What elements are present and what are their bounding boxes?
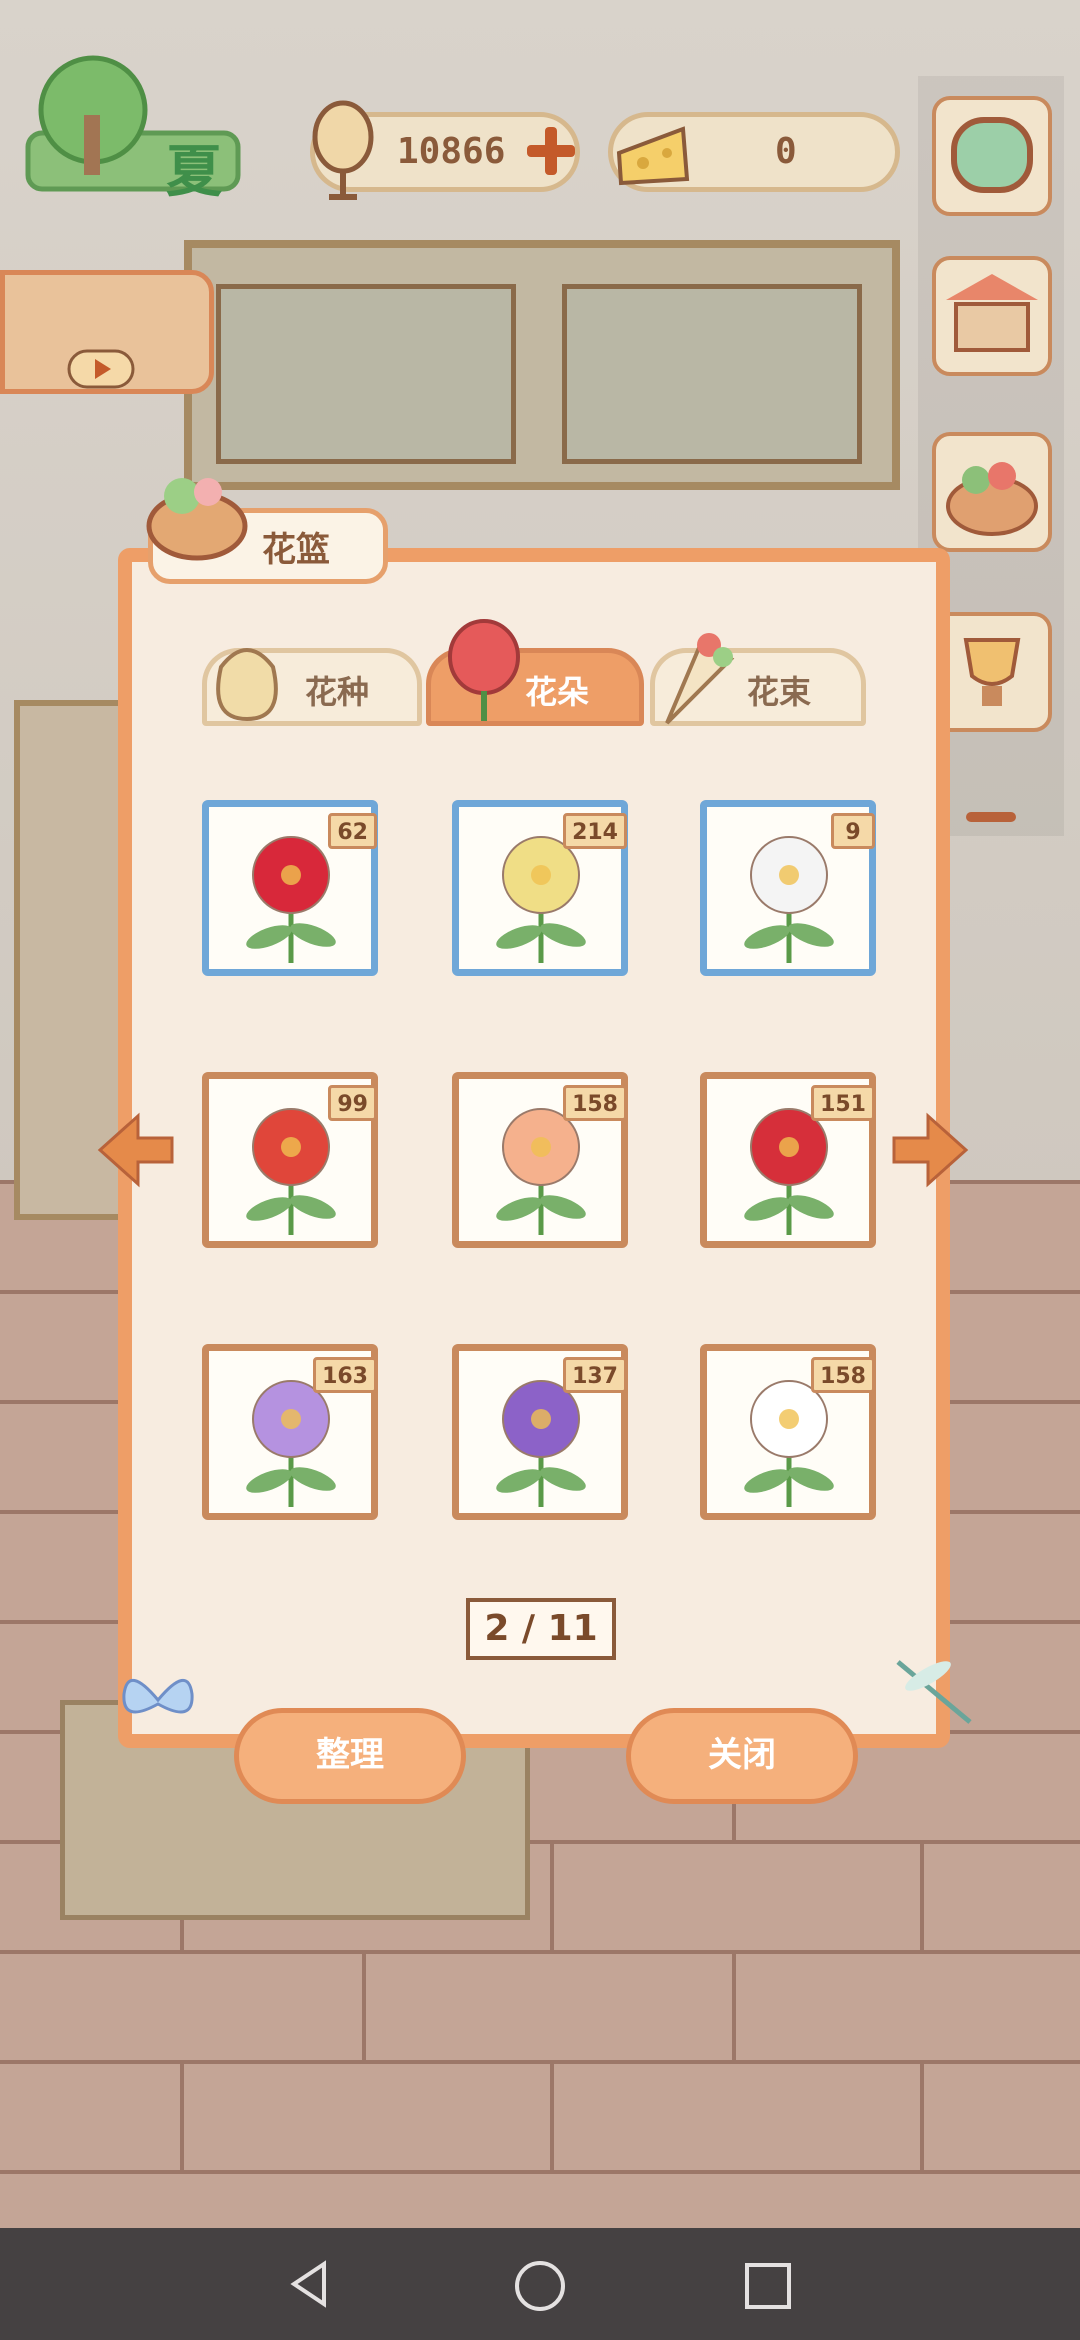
coin-counter: 10866 [310,100,580,200]
item-count-badge: 158 [563,1085,627,1121]
recents-icon[interactable] [742,2260,794,2312]
sort-button[interactable]: 整理 [234,1708,466,1804]
coin-amount: 10866 [397,131,506,172]
dragonfly-icon [896,1660,972,1724]
item-count-badge: 99 [328,1085,377,1121]
item-count-badge: 163 [313,1357,377,1393]
tab-seeds[interactable]: 花种 [202,648,422,726]
flower-slot[interactable]: 151 [700,1072,876,1248]
home-icon[interactable] [512,2258,568,2314]
shop-button[interactable] [932,256,1052,376]
seed-bag-icon [216,648,278,722]
tab-seeds-label: 花种 [305,673,370,711]
season-label: 夏 [166,140,222,205]
window-icon [951,117,1033,193]
flower-slot[interactable]: 137 [452,1344,628,1520]
basket-icon [946,462,1038,536]
item-count-badge: 158 [811,1357,875,1393]
window-button[interactable] [932,96,1052,216]
bouquet-icon [665,633,735,725]
cheese-icon [616,126,690,186]
butterfly-icon [122,1679,194,1714]
back-icon[interactable] [284,2258,336,2310]
display-cabinet [184,240,900,490]
shop-stall-icon [946,274,1038,352]
flower-icon [448,619,520,721]
flower-slot[interactable]: 158 [700,1344,876,1520]
cheese-amount: 0 [775,131,797,172]
item-count-badge: 62 [328,813,377,849]
system-nav-bar [0,2228,1080,2340]
play-icon [67,349,135,389]
item-count-badge: 214 [563,813,627,849]
video-reward-button[interactable] [0,270,214,394]
sidebar-collapse-handle[interactable] [966,812,1016,822]
item-count-badge: 9 [831,813,875,849]
page-indicator: 2 / 11 [466,1598,616,1660]
flower-basket-button[interactable] [932,432,1052,552]
tab-flowers[interactable]: 花朵 [426,619,644,726]
flower-slot[interactable]: 214 [452,800,628,976]
flower-slot[interactable]: 158 [452,1072,628,1248]
flower-slot[interactable]: 9 [700,800,876,976]
trophy-icon [963,638,1021,706]
cheese-counter: 0 [608,112,900,192]
arrow-right-icon[interactable] [888,1108,972,1192]
tab-bouquets-label: 花束 [747,673,812,711]
tab-bouquets[interactable]: 花束 [650,633,866,726]
panel-title: 花篮 [262,530,330,570]
fishbone-icon [312,100,374,200]
item-count-badge: 151 [811,1085,875,1121]
season-badge[interactable]: 夏 [18,55,248,205]
tab-flowers-label: 花朵 [525,673,590,711]
plus-icon[interactable] [527,127,575,175]
close-button[interactable]: 关闭 [626,1708,858,1804]
flower-slot[interactable]: 62 [202,800,378,976]
trophy-button[interactable] [932,612,1052,732]
flower-slot[interactable]: 99 [202,1072,378,1248]
arrow-left-icon[interactable] [94,1108,178,1192]
item-count-badge: 137 [563,1357,627,1393]
basket-icon [146,478,248,561]
flower-slot[interactable]: 163 [202,1344,378,1520]
